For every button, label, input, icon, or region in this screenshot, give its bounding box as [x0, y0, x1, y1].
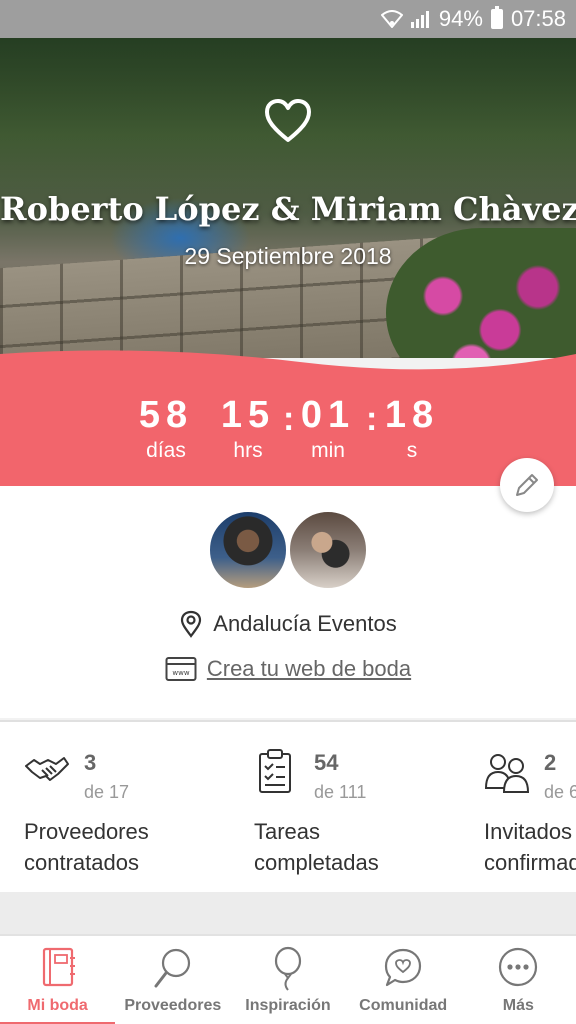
stat-count: 2 [544, 750, 557, 775]
stat-count: 3 [84, 750, 97, 775]
pencil-icon [516, 474, 538, 496]
countdown-hours-value: 15 [220, 394, 276, 436]
couple-name: Roberto López & Miriam Chàvez [0, 190, 576, 228]
stat-label-line: Invitados [484, 819, 573, 844]
svg-text:www: www [172, 669, 189, 677]
clock: 07:58 [510, 6, 566, 31]
stat-label: Tareas completadas [254, 816, 379, 878]
countdown-seconds-label: s [406, 439, 418, 462]
battery-percent: 94% [438, 6, 483, 31]
web-link-text: Crea tu web de boda [206, 656, 412, 681]
app-screen: 94% 07:58 Roberto López & Miriam Chàvez … [0, 0, 576, 1024]
stat-label: Invitados confirmados [484, 816, 576, 878]
bottom-navigation: Mi boda Proveedores Inspiración Comunida… [0, 934, 576, 1024]
stats-strip: 3 de 17 Proveedores contratados 54 de 11… [0, 720, 576, 892]
notebook-icon [42, 947, 75, 987]
avatar[interactable] [288, 510, 368, 590]
stat-total: de 111 [314, 782, 367, 802]
nav-label: Proveedores [124, 997, 222, 1014]
nav-label: Más [502, 997, 534, 1014]
more-icon [499, 947, 538, 987]
nav-label: Comunidad [359, 997, 448, 1014]
countdown-banner: 58 días 15 hrs : 01 min : 18 s [0, 350, 576, 486]
countdown-days: 58 días [130, 394, 202, 463]
nav-comunidad[interactable]: Comunidad [346, 936, 461, 1024]
stat-label-line: completadas [254, 850, 379, 875]
heart-icon [265, 99, 311, 142]
nav-proveedores[interactable]: Proveedores [115, 936, 230, 1024]
countdown-seconds-value: 18 [384, 394, 440, 436]
countdown-days-label: días [146, 439, 186, 462]
wedding-website-link[interactable]: www Crea tu web de boda [0, 656, 576, 682]
wifi-icon [380, 10, 403, 28]
nav-label: Mi boda [27, 997, 88, 1014]
status-bar: 94% 07:58 [0, 0, 576, 38]
countdown-minutes-label: min [311, 439, 345, 462]
countdown-minutes-value: 01 [300, 394, 356, 436]
browser-icon: www [165, 657, 197, 681]
countdown-seconds: 18 s [376, 394, 448, 463]
battery-icon [490, 6, 503, 29]
countdown-hours-label: hrs [233, 439, 263, 462]
wedding-date: 29 Septiembre 2018 [184, 243, 392, 269]
stat-label-line: Proveedores [24, 819, 149, 844]
balloon-icon [274, 946, 302, 991]
nav-mi-boda[interactable]: Mi boda [0, 936, 116, 1024]
stat-total: de 17 [84, 782, 130, 802]
location-row[interactable]: Andalucía Eventos [0, 610, 576, 638]
countdown-hours: 15 hrs [212, 394, 284, 463]
edit-button[interactable] [500, 458, 554, 512]
guests-icon [484, 754, 530, 793]
stat-label: Proveedores contratados [24, 816, 149, 878]
stat-total: de 6 [544, 782, 576, 802]
stat-label-line: confirmados [484, 850, 576, 875]
nav-label: Inspiración [245, 997, 331, 1014]
search-icon [154, 948, 190, 988]
location-pin-icon [181, 610, 202, 638]
stat-count: 54 [314, 750, 339, 775]
section-divider [0, 892, 576, 934]
nav-mas[interactable]: Más [461, 936, 576, 1024]
countdown-days-value: 58 [138, 394, 194, 436]
hero-photo: Roberto López & Miriam Chàvez 29 Septiem… [0, 38, 576, 358]
location-text: Andalucía Eventos [213, 611, 397, 636]
checklist-icon [259, 749, 291, 793]
nav-inspiracion[interactable]: Inspiración [230, 936, 345, 1024]
chat-heart-icon [385, 948, 422, 987]
stat-label-line: contratados [24, 850, 139, 875]
stat-label-line: Tareas [254, 819, 321, 844]
signal-icon [410, 10, 431, 28]
avatar[interactable] [208, 510, 288, 590]
handshake-icon [25, 757, 69, 781]
profile-card: Andalucía Eventos www Crea tu web de bod… [0, 486, 576, 718]
countdown-minutes: 01 min [292, 394, 364, 463]
